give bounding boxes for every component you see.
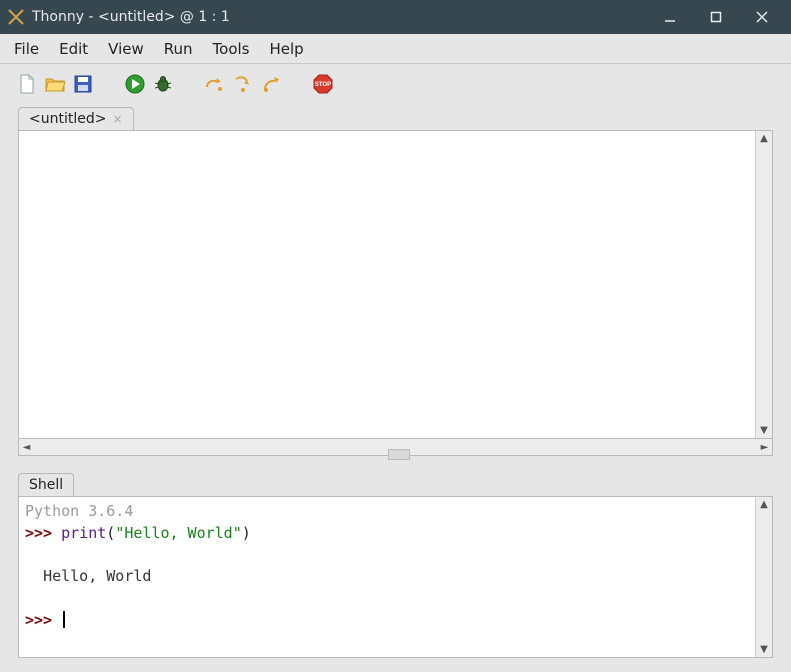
toolbar: STOP [0,64,791,104]
new-file-button[interactable] [16,73,38,95]
menu-help[interactable]: Help [260,34,314,63]
minimize-button[interactable] [647,0,693,34]
step-out-button[interactable] [260,73,282,95]
step-into-icon [232,73,254,95]
editor-tab[interactable]: <untitled> × [18,107,134,130]
run-button[interactable] [124,73,146,95]
stop-button[interactable]: STOP [312,73,334,95]
shell-textarea[interactable]: Python 3.6.4 >>> print("Hello, World") H… [19,497,755,657]
scroll-left-arrow-icon[interactable]: ◄ [19,440,34,455]
tab-close-icon[interactable]: × [112,112,122,126]
svg-text:STOP: STOP [315,82,331,88]
scroll-right-arrow-icon[interactable]: ► [757,440,772,455]
hscroll-thumb[interactable] [388,449,410,460]
app-icon [6,7,26,27]
shell-string: "Hello, World" [115,524,241,542]
editor-panel: <untitled> × ▲ ▼ ◄ ► [18,104,773,456]
shell-output: Hello, World [43,567,151,585]
titlebar[interactable]: Thonny - <untitled> @ 1 : 1 [0,0,791,34]
shell-func: print [61,524,106,542]
menu-file[interactable]: File [4,34,49,63]
shell-panel: Shell Python 3.6.4 >>> print("Hello, Wor… [18,470,773,658]
new-file-icon [16,73,38,95]
open-file-button[interactable] [44,73,66,95]
menu-run[interactable]: Run [154,34,203,63]
shell-banner: Python 3.6.4 [25,502,133,520]
step-out-icon [260,73,282,95]
scroll-up-arrow-icon[interactable]: ▲ [757,497,772,512]
bug-icon [152,73,174,95]
close-button[interactable] [739,0,785,34]
menubar: File Edit View Run Tools Help [0,34,791,64]
client-area: File Edit View Run Tools Help [0,34,791,672]
editor-horizontal-scrollbar[interactable]: ◄ ► [18,439,773,456]
editor-tab-label: <untitled> [29,111,106,127]
shell-tab[interactable]: Shell [18,473,74,496]
editor-textarea[interactable] [19,131,755,438]
debug-button[interactable] [152,73,174,95]
save-disk-icon [72,73,94,95]
step-over-icon [204,73,226,95]
step-over-button[interactable] [204,73,226,95]
menu-edit[interactable]: Edit [49,34,98,63]
shell-prompt: >>> [25,611,61,629]
shell-vertical-scrollbar[interactable]: ▲ ▼ [755,497,772,657]
menu-view[interactable]: View [98,34,154,63]
shell-tab-label: Shell [29,477,63,493]
save-button[interactable] [72,73,94,95]
scroll-down-arrow-icon[interactable]: ▼ [757,423,772,438]
play-icon [124,73,146,95]
step-into-button[interactable] [232,73,254,95]
open-folder-icon [44,73,66,95]
window-title: Thonny - <untitled> @ 1 : 1 [32,9,230,25]
scroll-down-arrow-icon[interactable]: ▼ [757,642,772,657]
cursor-icon [63,611,65,628]
stop-icon: STOP [312,73,334,95]
editor-vertical-scrollbar[interactable]: ▲ ▼ [755,131,772,438]
scroll-up-arrow-icon[interactable]: ▲ [757,131,772,146]
menu-tools[interactable]: Tools [203,34,260,63]
maximize-button[interactable] [693,0,739,34]
shell-prompt: >>> [25,524,61,542]
